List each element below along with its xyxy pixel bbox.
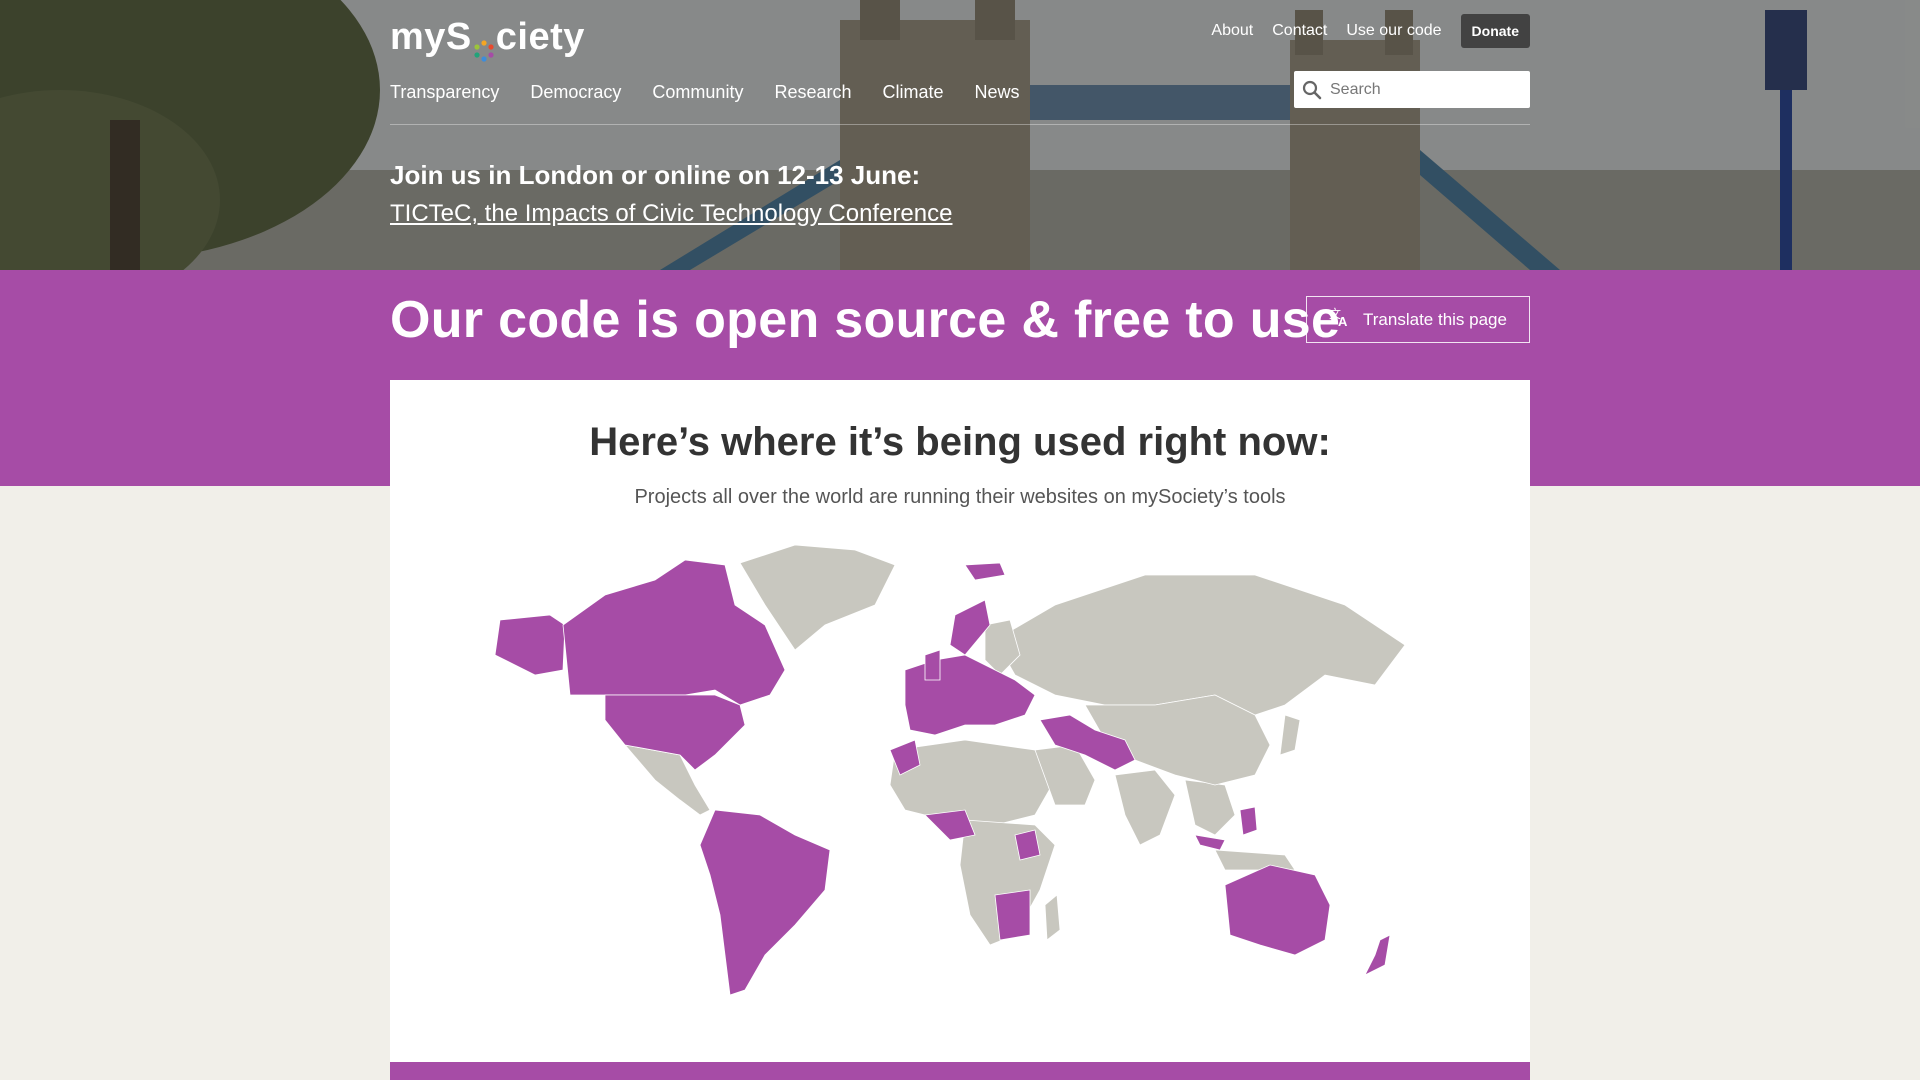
nav-item-news[interactable]: News (975, 82, 1020, 103)
nav-item-climate[interactable]: Climate (883, 82, 944, 103)
translate-button[interactable]: 文 A Translate this page (1306, 296, 1530, 343)
logo-dot-icon (473, 29, 495, 62)
logo-text-left: myS (390, 16, 472, 58)
nav-item-democracy[interactable]: Democracy (530, 82, 621, 103)
search-input[interactable] (1330, 80, 1520, 99)
event-banner-title: Join us in London or online on 12-13 Jun… (390, 160, 921, 190)
translate-icon: 文 A (1329, 306, 1351, 332)
search-icon[interactable] (1294, 80, 1330, 100)
utility-link-use-our-code[interactable]: Use our code (1346, 22, 1441, 40)
world-map[interactable] (495, 545, 1425, 1005)
nav-item-research[interactable]: Research (774, 82, 851, 103)
map-title: Here’s where it’s being used right now: (589, 420, 1331, 464)
utility-link-about[interactable]: About (1211, 22, 1253, 40)
svg-text:A: A (1338, 314, 1348, 327)
event-banner-link[interactable]: TICTeC, the Impacts of Civic Technology … (390, 196, 952, 232)
card-footer-bar (390, 1062, 1530, 1080)
site-header: myS ciety About Contact Use our code Don… (390, 0, 1530, 130)
main-nav: Transparency Democracy Community Researc… (390, 82, 1020, 103)
search-box (1294, 71, 1530, 108)
nav-item-transparency[interactable]: Transparency (390, 82, 499, 103)
map-card: Here’s where it’s being used right now: … (390, 380, 1530, 1080)
utility-link-contact[interactable]: Contact (1272, 22, 1327, 40)
translate-button-label: Translate this page (1363, 309, 1507, 329)
donate-button[interactable]: Donate (1460, 14, 1530, 48)
map-subtitle: Projects all over the world are running … (634, 486, 1286, 508)
logo-text-right: ciety (495, 16, 585, 58)
page-title: Our code is open source & free to use (390, 291, 1341, 349)
site-logo[interactable]: myS ciety (390, 16, 585, 62)
utility-nav: About Contact Use our code Donate (1211, 14, 1530, 48)
nav-item-community[interactable]: Community (652, 82, 743, 103)
event-banner: Join us in London or online on 12-13 Jun… (390, 158, 952, 232)
nav-divider (390, 124, 1530, 125)
